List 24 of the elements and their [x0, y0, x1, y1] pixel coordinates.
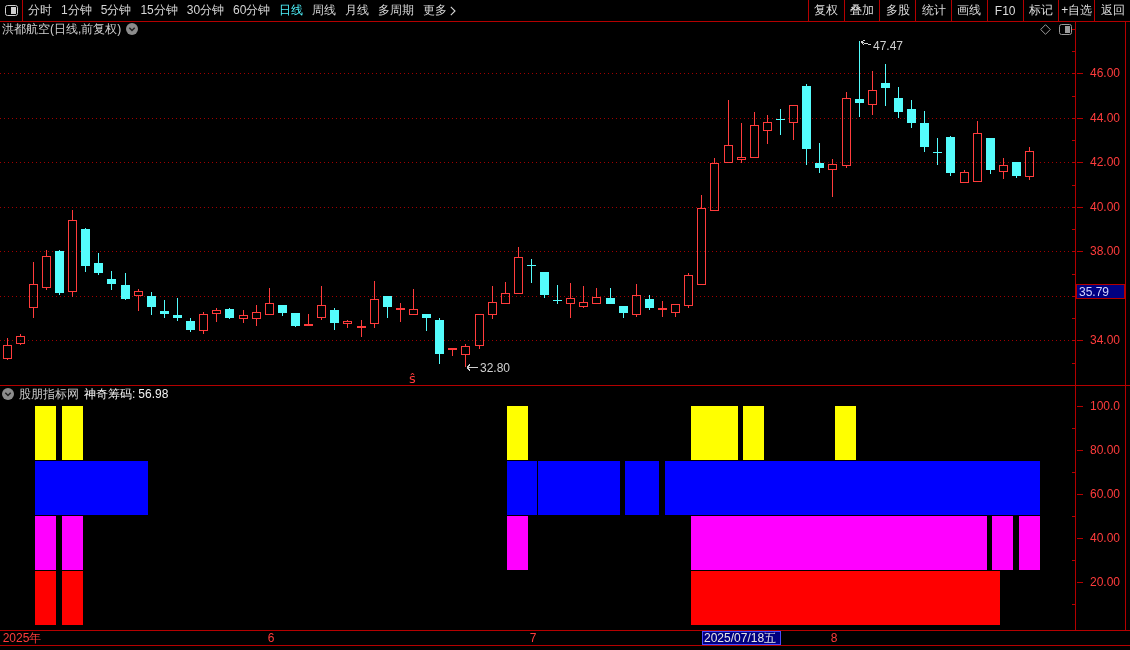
- indicator-name: 神奇筹码:: [84, 385, 136, 403]
- axis-label: 40.00: [1090, 200, 1121, 214]
- indicator-value: 56.98: [138, 387, 169, 401]
- axis-label: 44.00: [1090, 111, 1121, 125]
- indicator-source: 股朋指标网: [19, 385, 79, 403]
- stock-title: 洪都航空(日线,前复权): [2, 20, 122, 38]
- axis-label: 40.00: [1090, 531, 1121, 545]
- axis-label: 34.00: [1090, 333, 1121, 347]
- axis-label: 20.00: [1090, 575, 1121, 589]
- axis-label: 38.00: [1090, 244, 1121, 258]
- axis-label: 42.00: [1090, 155, 1121, 169]
- date-label: 8: [830, 631, 838, 645]
- price-tag: 35.79: [1076, 284, 1125, 299]
- price-label: 47.47: [873, 39, 904, 53]
- axis-label: 46.00: [1090, 66, 1121, 80]
- date-label: 7: [529, 631, 537, 645]
- cursor-date-label: 2025/07/18五: [702, 631, 781, 645]
- axis-label: 100.0: [1090, 399, 1121, 413]
- date-label: 2025年: [2, 631, 42, 645]
- date-label: 6: [267, 631, 275, 645]
- axis-label: 80.00: [1090, 443, 1121, 457]
- axis-label: 60.00: [1090, 487, 1121, 501]
- signal-mark: ŝ: [409, 371, 416, 385]
- price-label: 32.80: [480, 361, 511, 375]
